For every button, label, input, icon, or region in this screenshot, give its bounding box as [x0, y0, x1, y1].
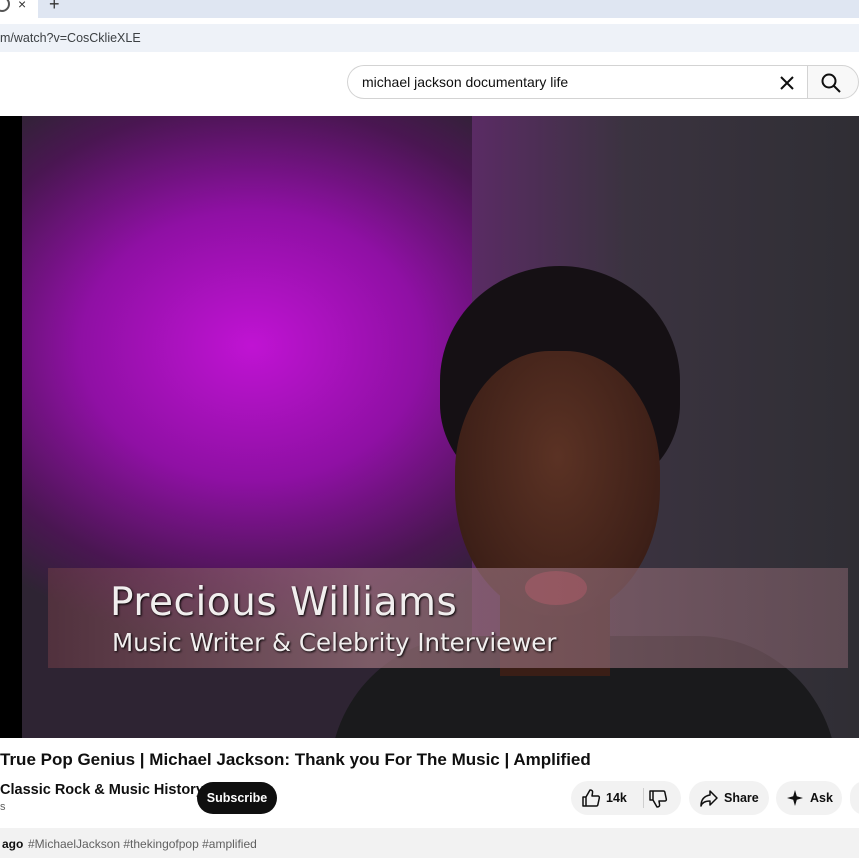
subscribe-button[interactable]: Subscribe [197, 782, 277, 814]
sparkle-icon [787, 790, 803, 806]
caption-role: Music Writer & Celebrity Interviewer [112, 628, 557, 657]
like-count: 14k [606, 791, 627, 805]
favicon-icon [0, 0, 10, 12]
youtube-header: michael jackson documentary life [0, 58, 859, 114]
more-actions-button[interactable] [850, 781, 859, 815]
clear-search-button[interactable] [774, 70, 800, 96]
ask-button[interactable]: Ask [776, 781, 842, 815]
dislike-button[interactable] [644, 781, 681, 815]
subscriber-count: s [0, 801, 6, 813]
description-box[interactable]: ago #MichaelJackson #thekingofpop #ampli… [0, 828, 859, 858]
tab-close-icon[interactable]: × [18, 0, 26, 12]
browser-tab-bar: × + [0, 0, 859, 18]
url-text[interactable]: m/watch?v=CosCklieXLE [0, 31, 141, 45]
hashtags[interactable]: #MichaelJackson #thekingofpop #amplified [28, 837, 257, 851]
caption-name: Precious Williams [110, 580, 458, 625]
channel-name[interactable]: Classic Rock & Music History [0, 782, 204, 798]
close-icon [780, 76, 794, 90]
thumbs-up-icon [582, 789, 601, 807]
share-button[interactable]: Share [689, 781, 769, 815]
search-button[interactable] [807, 65, 859, 99]
thumbs-down-icon [649, 790, 668, 808]
share-label: Share [724, 791, 759, 805]
video-title: True Pop Genius | Michael Jackson: Thank… [0, 750, 591, 769]
like-button[interactable]: 14k [571, 781, 643, 815]
browser-tab[interactable]: × [0, 0, 38, 18]
search-query-text[interactable]: michael jackson documentary life [362, 74, 568, 90]
address-bar: m/watch?v=CosCklieXLE [0, 18, 859, 58]
new-tab-button[interactable]: + [49, 0, 60, 15]
share-arrow-icon [700, 790, 718, 807]
upload-time: ago [2, 837, 24, 851]
video-player[interactable]: Precious Williams Music Writer & Celebri… [0, 116, 859, 738]
search-input[interactable]: michael jackson documentary life [347, 65, 808, 99]
omnibox[interactable]: m/watch?v=CosCklieXLE [0, 24, 859, 52]
ask-label: Ask [810, 791, 833, 805]
search-icon [821, 73, 841, 93]
like-dislike-group: 14k [571, 781, 681, 815]
